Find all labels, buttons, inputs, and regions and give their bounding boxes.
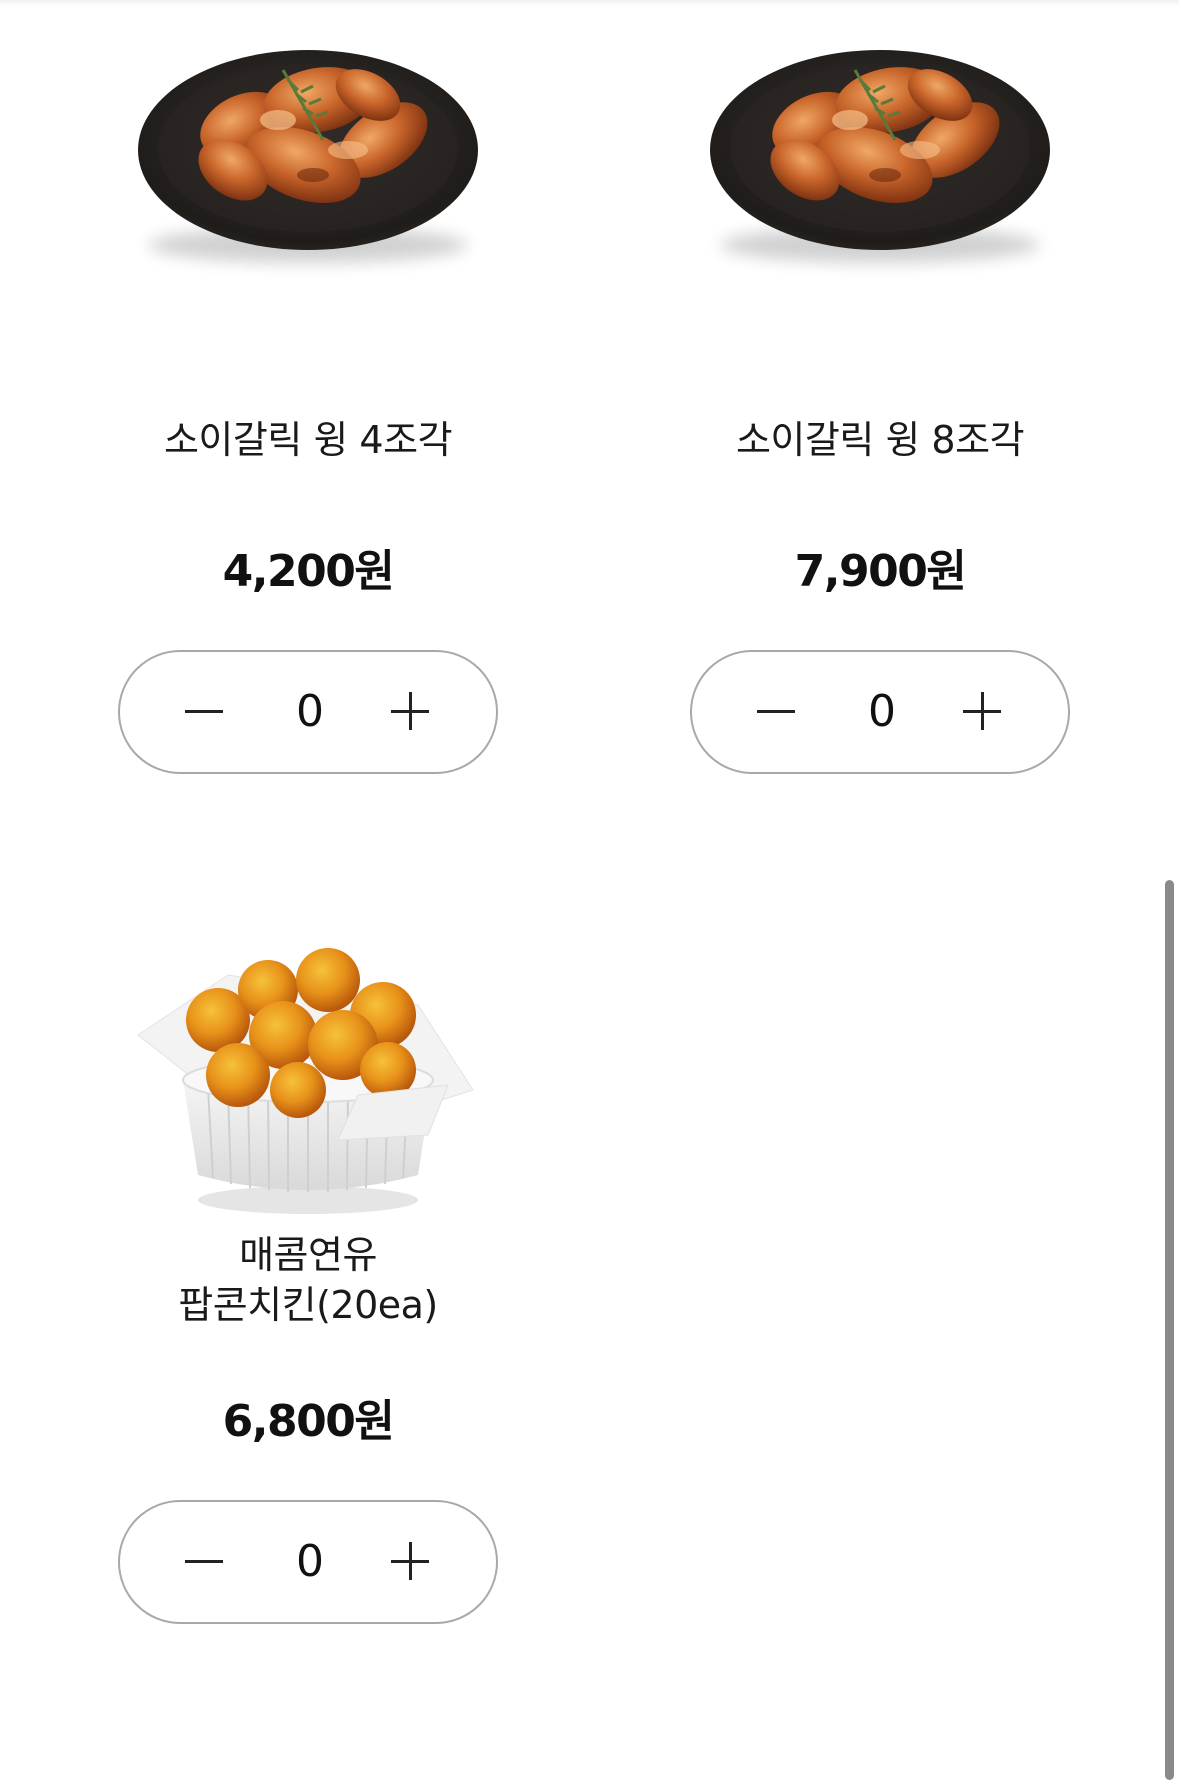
quantity-stepper: 0: [118, 650, 498, 774]
minus-icon[interactable]: [732, 652, 822, 771]
product-name-line-1: 매콤연유: [239, 1233, 377, 1277]
minus-icon[interactable]: [160, 652, 250, 771]
plus-icon[interactable]: [366, 1502, 456, 1621]
quantity-value: 0: [296, 1536, 324, 1587]
product-price: 4,200원: [222, 546, 395, 597]
popcorn-chicken-bowl-image: [137, 948, 474, 1214]
product-price: 6,800원: [222, 1396, 395, 1447]
vertical-scrollbar[interactable]: [1165, 880, 1174, 1780]
product-card-soy-garlic-wing-4: 소이갈릭 윙 4조각 4,200원 0: [118, 0, 498, 780]
plus-icon[interactable]: [938, 652, 1028, 771]
quantity-value: 0: [868, 686, 896, 737]
product-name: 매콤연유 팝콘치킨(20ea): [118, 1230, 498, 1330]
garlic-wings-plate-image: [138, 50, 478, 263]
product-card-popcorn-chicken: 매콤연유 팝콘치킨(20ea) 6,800원 0: [118, 930, 498, 1730]
quantity-value: 0: [296, 686, 324, 737]
product-list-page: 소이갈릭 윙 4조각 4,200원 0 소이갈릭 윙 8조각 7,900원 0 …: [0, 0, 1179, 1792]
quantity-stepper: 0: [690, 650, 1070, 774]
product-image-popcorn-chicken[interactable]: [118, 930, 498, 1230]
plus-icon[interactable]: [366, 652, 456, 771]
product-image-garlic-wings[interactable]: [690, 0, 1070, 320]
minus-icon[interactable]: [160, 1502, 250, 1621]
garlic-wings-plate-image: [710, 50, 1050, 263]
product-name: 소이갈릭 윙 4조각: [163, 418, 453, 462]
product-card-soy-garlic-wing-8: 소이갈릭 윙 8조각 7,900원 0: [690, 0, 1070, 780]
product-image-garlic-wings[interactable]: [118, 0, 498, 320]
product-name-line-2: 팝콘치킨(20ea): [178, 1283, 438, 1327]
quantity-stepper: 0: [118, 1500, 498, 1624]
product-price: 7,900원: [794, 546, 967, 597]
product-name: 소이갈릭 윙 8조각: [735, 418, 1025, 462]
